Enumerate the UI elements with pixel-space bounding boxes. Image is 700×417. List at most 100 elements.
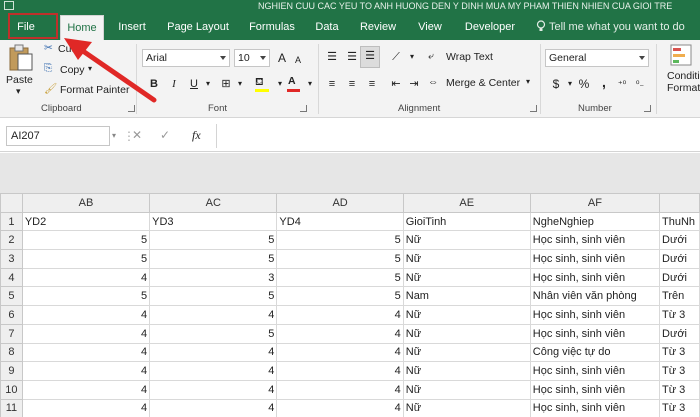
cell[interactable]: Từ 3 (659, 342, 700, 363)
cell[interactable]: Nữ (402, 249, 531, 269)
cell[interactable]: Học sinh, sinh viên (529, 305, 661, 325)
decrease-indent-icon[interactable]: ⇤ (386, 75, 406, 93)
align-left-icon[interactable]: ≡ (322, 75, 342, 93)
cell[interactable]: Trên (659, 286, 700, 307)
comma-button[interactable]: , (594, 73, 614, 91)
cell[interactable]: Nữ (402, 230, 531, 251)
chevron-down-icon[interactable]: ▾ (402, 48, 422, 66)
font-launcher-icon[interactable] (300, 105, 307, 112)
column-header[interactable]: AC (149, 193, 278, 213)
cell[interactable]: Học sinh, sinh viên (529, 267, 661, 288)
bold-button[interactable]: B (144, 75, 164, 93)
cell[interactable]: 5 (21, 249, 151, 269)
column-header[interactable] (659, 193, 700, 213)
align-center-icon[interactable]: ≡ (342, 75, 362, 93)
alignment-launcher-icon[interactable] (530, 105, 537, 112)
chevron-down-icon[interactable]: ▾ (230, 75, 250, 93)
cell[interactable]: Nữ (402, 342, 531, 363)
increase-decimal-icon[interactable]: ⁺⁰ (612, 75, 632, 93)
save-icon[interactable] (4, 1, 14, 10)
chevron-down-icon[interactable]: ▾ (112, 131, 116, 140)
cell[interactable]: Dưới (659, 230, 700, 251)
cell[interactable]: 5 (21, 286, 151, 307)
cell[interactable]: 5 (276, 267, 404, 288)
row-header[interactable]: 2 (0, 230, 23, 251)
tell-me-search[interactable]: Tell me what you want to do (536, 14, 685, 40)
tab-review[interactable]: Review (352, 14, 404, 40)
cell[interactable]: 5 (149, 286, 278, 307)
align-bottom-icon[interactable]: ☰ (360, 46, 380, 68)
cell[interactable]: 4 (149, 361, 278, 381)
row-header[interactable]: 10 (0, 379, 23, 400)
chevron-down-icon[interactable]: ▾ (300, 75, 320, 93)
shrink-font-button[interactable]: A (288, 51, 308, 69)
tab-data[interactable]: Data (308, 14, 346, 40)
cell[interactable]: Học sinh, sinh viên (529, 379, 661, 400)
cell[interactable]: Học sinh, sinh viên (529, 361, 661, 381)
wrap-text-button[interactable]: ⤶ Wrap Text (428, 49, 500, 67)
row-header[interactable]: 3 (0, 249, 23, 269)
cell[interactable]: 4 (149, 305, 278, 325)
cell[interactable]: 5 (276, 230, 404, 251)
increase-indent-icon[interactable]: ⇥ (404, 75, 424, 93)
cell[interactable]: 4 (276, 398, 404, 417)
select-all-corner[interactable] (0, 193, 23, 213)
cell[interactable]: Từ 3 (659, 379, 700, 400)
cell[interactable]: 4 (149, 379, 278, 400)
cell[interactable]: 4 (276, 323, 404, 344)
cell[interactable]: 4 (21, 361, 151, 381)
cell[interactable]: 4 (21, 323, 151, 344)
cell[interactable]: 4 (149, 342, 278, 363)
align-right-icon[interactable]: ≡ (362, 75, 382, 93)
row-header[interactable]: 4 (0, 267, 23, 288)
cell[interactable]: 4 (149, 398, 278, 417)
cell[interactable]: Nam (402, 286, 531, 307)
tab-insert[interactable]: Insert (110, 14, 154, 40)
chevron-down-icon[interactable]: ▾ (198, 75, 218, 93)
cell[interactable]: 4 (276, 379, 404, 400)
cell[interactable]: ThuNh (659, 211, 700, 232)
cell[interactable]: NgheNghiep (529, 211, 661, 232)
name-box[interactable]: AI207 (6, 126, 110, 146)
cell[interactable]: 4 (21, 398, 151, 417)
cell[interactable]: Nữ (402, 267, 531, 288)
cell[interactable]: Dưới (659, 249, 700, 269)
cell[interactable]: Công việc tự do (529, 342, 661, 363)
cell[interactable]: 4 (276, 305, 404, 325)
enter-icon[interactable]: ✓ (160, 128, 170, 142)
cell[interactable]: 5 (149, 249, 278, 269)
number-format-select[interactable]: General (545, 49, 649, 67)
format-painter-button[interactable]: 🖌 Format Painter (44, 82, 136, 97)
tab-developer[interactable]: Developer (456, 14, 524, 40)
row-header[interactable]: 1 (0, 211, 23, 232)
column-header[interactable]: AE (402, 193, 531, 213)
row-header[interactable]: 5 (0, 286, 23, 307)
fill-color-button[interactable]: ⛾ (252, 75, 272, 93)
cell[interactable]: 5 (276, 286, 404, 307)
cell[interactable]: Nhân viên văn phòng (529, 286, 661, 307)
cell[interactable]: Học sinh, sinh viên (529, 230, 661, 251)
font-name-select[interactable]: Arial (142, 49, 230, 67)
cell[interactable]: Từ 3 (659, 361, 700, 381)
cell[interactable]: 5 (149, 323, 278, 344)
row-header[interactable]: 7 (0, 323, 23, 344)
paste-button[interactable]: Paste ▾ (6, 44, 36, 98)
cell[interactable]: Học sinh, sinh viên (529, 398, 661, 417)
cancel-icon[interactable]: ✕ (132, 128, 142, 142)
column-header[interactable]: AD (276, 193, 404, 213)
cell[interactable]: YD3 (149, 211, 278, 232)
cell[interactable]: Nữ (402, 379, 531, 400)
copy-button[interactable]: ⎘ Copy ▾ (44, 62, 94, 77)
cell[interactable]: 5 (149, 230, 278, 251)
tab-page-layout[interactable]: Page Layout (160, 14, 236, 40)
cell[interactable]: 4 (276, 361, 404, 381)
align-top-icon[interactable]: ☰ (322, 48, 342, 66)
cell[interactable]: Nữ (402, 361, 531, 381)
cut-button[interactable]: ✂ Cut (44, 42, 84, 57)
decrease-decimal-icon[interactable]: ⁰₋ (630, 75, 650, 93)
column-header[interactable]: AF (529, 193, 661, 213)
cell[interactable]: 3 (149, 267, 278, 288)
column-header[interactable]: AB (21, 193, 151, 213)
number-launcher-icon[interactable] (644, 105, 651, 112)
conditional-formatting-button[interactable]: Conditional Formatting (664, 44, 700, 102)
